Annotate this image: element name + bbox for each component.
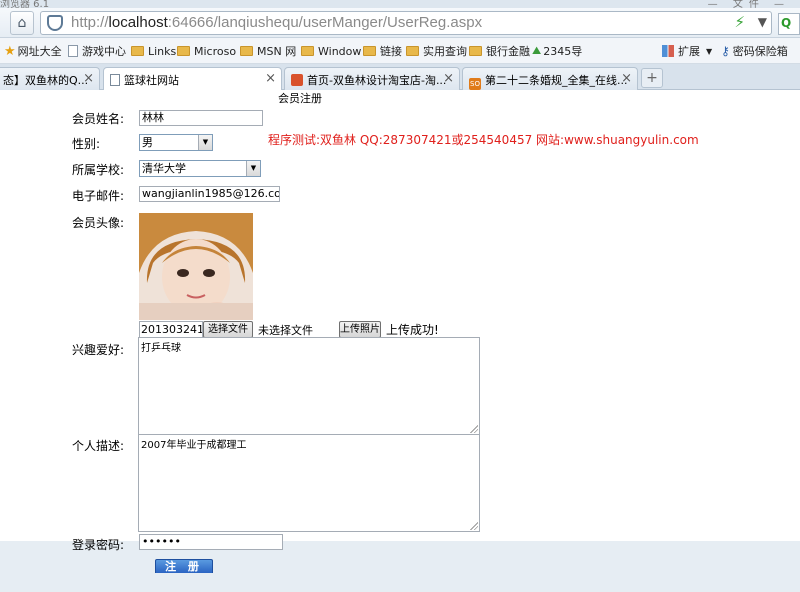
tab-2[interactable]: 篮球社网站 × xyxy=(103,67,282,91)
2345-icon: ⛰ xyxy=(532,44,542,57)
folder-icon xyxy=(131,46,144,56)
resize-grip-icon[interactable] xyxy=(470,425,478,433)
page-title: 会员注册 xyxy=(278,92,322,105)
name-label: 会员姓名: xyxy=(72,112,125,126)
folder-icon xyxy=(301,46,314,56)
password-input[interactable]: •••••• xyxy=(139,534,283,550)
email-label: 电子邮件: xyxy=(72,189,125,203)
name-input[interactable]: 林林 xyxy=(139,110,263,126)
folder-icon xyxy=(177,46,190,56)
email-input[interactable]: wangjianlin1985@126.com xyxy=(139,186,280,202)
chevron-down-icon: ▼ xyxy=(198,135,212,150)
desc-label: 个人描述: xyxy=(72,439,125,453)
favorite-item[interactable]: 游戏中心 xyxy=(68,43,126,59)
upload-success-text: 上传成功! xyxy=(386,323,439,337)
navigation-bar: ⌂ http://localhost:64666/lanqiushequ/use… xyxy=(0,8,800,38)
school-label: 所属学校: xyxy=(72,163,125,177)
school-select[interactable]: 清华大学 ▼ xyxy=(139,160,261,177)
page-content: 会员注册 会员姓名: 林林 性别: 男 ▼ 程序测试:双鱼林 QQ:287307… xyxy=(0,90,800,592)
favorites-bar: ★ 网址大全 游戏中心 Links Microso MSN 网 Window 链接… xyxy=(0,38,800,64)
folder-icon xyxy=(469,46,482,56)
chevron-down-icon[interactable]: ▼ xyxy=(758,15,767,29)
address-url: http://localhost:64666/lanqiushequ/userM… xyxy=(71,14,483,31)
soku-icon: SO xyxy=(469,78,481,90)
folder-icon xyxy=(363,46,376,56)
upload-photo-button[interactable]: 上传照片 xyxy=(339,321,381,338)
uploaded-file-name: 201303241 xyxy=(139,321,203,338)
no-file-text: 未选择文件 xyxy=(258,324,313,337)
chevron-down-icon: ▼ xyxy=(246,161,260,176)
choose-file-button[interactable]: 选择文件 xyxy=(203,321,253,338)
gender-label: 性别: xyxy=(72,137,101,151)
favorite-item[interactable]: ★ 网址大全 xyxy=(4,43,62,59)
tab-3[interactable]: 首页-双鱼林设计淘宝店-淘... × xyxy=(284,67,460,90)
grid-icon xyxy=(662,45,674,57)
page-icon xyxy=(110,74,120,86)
avatar-photo xyxy=(139,213,253,320)
tab-1[interactable]: 态】双鱼林的Q... × xyxy=(0,67,100,90)
plus-icon: + xyxy=(646,70,658,86)
close-icon[interactable]: × xyxy=(443,71,454,86)
window-title-bar: 浏览器 6.1 — 文件 — xyxy=(0,0,800,10)
page-icon xyxy=(68,45,78,57)
hobby-label: 兴趣爱好: xyxy=(72,343,125,357)
favorite-item[interactable]: 实用查询 xyxy=(406,43,467,59)
new-tab-button[interactable]: + xyxy=(641,68,663,88)
close-icon[interactable]: × xyxy=(83,71,94,86)
avatar-image xyxy=(139,213,253,320)
close-icon[interactable]: × xyxy=(265,71,276,86)
address-bar[interactable]: http://localhost:64666/lanqiushequ/userM… xyxy=(40,11,772,35)
key-icon: ⚷ xyxy=(721,44,730,58)
desc-textarea[interactable]: 2007年毕业于成都理工 xyxy=(138,434,480,532)
chevron-down-icon: ▼ xyxy=(706,46,713,56)
security-shield-icon xyxy=(47,15,63,31)
folder-icon xyxy=(240,46,253,56)
favorite-item[interactable]: Window xyxy=(301,43,361,59)
extensions-button[interactable]: 扩展 ▼ xyxy=(662,43,712,59)
tab-bar: 态】双鱼林的Q... × 篮球社网站 × 首页-双鱼林设计淘宝店-淘... × … xyxy=(0,64,800,91)
home-button[interactable]: ⌂ xyxy=(10,11,34,35)
resize-grip-icon[interactable] xyxy=(470,522,478,530)
favorite-item[interactable]: Links xyxy=(131,43,176,59)
register-button[interactable]: 注 册 xyxy=(155,559,213,573)
favorite-item[interactable]: Microso xyxy=(177,43,236,59)
speed-mode-icon[interactable]: ⚡ xyxy=(734,13,745,31)
tab-4[interactable]: SO 第二十二条婚规_全集_在线... × xyxy=(462,67,638,90)
star-icon: ★ xyxy=(4,43,16,59)
folder-icon xyxy=(406,46,419,56)
close-icon[interactable]: × xyxy=(621,71,632,86)
site-icon xyxy=(291,74,303,86)
search-engine-icon[interactable]: Q xyxy=(778,13,800,35)
favorite-item[interactable]: MSN 网 xyxy=(240,43,296,59)
hobby-textarea[interactable]: 打乒乓球 xyxy=(138,337,480,435)
home-icon: ⌂ xyxy=(17,15,27,31)
notice-text: 程序测试:双鱼林 QQ:287307421或254540457 网站:www.s… xyxy=(268,133,699,147)
favorite-item[interactable]: 银行金融 xyxy=(469,43,530,59)
gender-select[interactable]: 男 ▼ xyxy=(139,134,213,151)
favorite-item[interactable]: 链接 xyxy=(363,43,402,59)
password-safe-button[interactable]: ⚷ 密码保险箱 xyxy=(721,43,788,59)
favorite-item[interactable]: ⛰ 2345导 xyxy=(532,43,582,59)
password-label: 登录密码: xyxy=(72,538,125,552)
avatar-label: 会员头像: xyxy=(72,216,125,230)
